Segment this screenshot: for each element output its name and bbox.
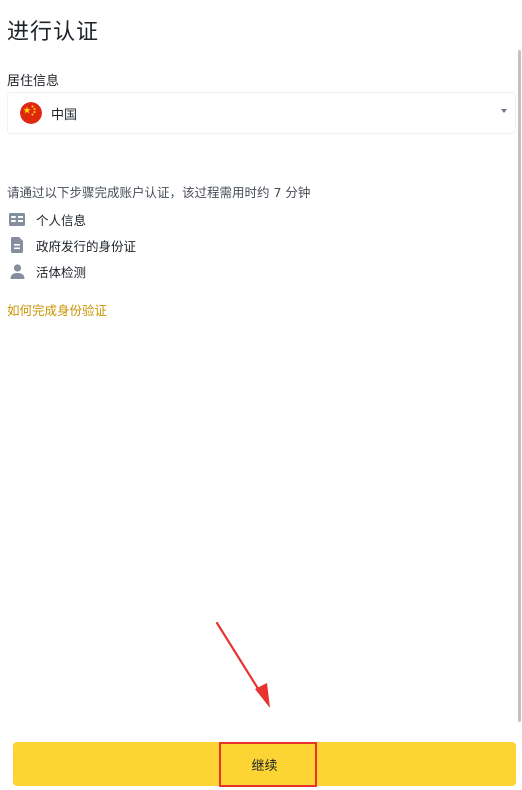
step-personal-info: 个人信息 <box>8 206 136 232</box>
caret-down-icon[interactable] <box>501 109 507 113</box>
how-to-verify-link[interactable]: 如何完成身份验证 <box>7 300 107 319</box>
china-flag-icon <box>20 102 42 124</box>
verification-page: 进行认证 居住信息 中国 请通过以下步骤完成账户认证，该过程需用时约 7 分钟 <box>0 0 522 790</box>
selected-country: 中国 <box>51 107 78 123</box>
document-icon <box>8 236 26 254</box>
instructions-intro: 请通过以下步骤完成账户认证，该过程需用时约 7 分钟 <box>7 185 311 200</box>
continue-button[interactable]: 继续 <box>13 742 516 786</box>
steps-list: 个人信息 政府发行的身份证 活体检测 <box>8 206 136 284</box>
step-label: 活体检测 <box>36 264 87 280</box>
id-card-icon <box>8 210 26 228</box>
step-label: 政府发行的身份证 <box>36 238 137 254</box>
scrollbar[interactable] <box>518 50 521 722</box>
page-title: 进行认证 <box>7 20 100 45</box>
step-government-id: 政府发行的身份证 <box>8 232 136 258</box>
residence-label: 居住信息 <box>7 74 60 89</box>
step-liveness-check: 活体检测 <box>8 258 136 284</box>
person-icon <box>8 262 26 280</box>
step-label: 个人信息 <box>36 212 87 228</box>
country-select[interactable]: 中国 <box>7 92 516 134</box>
